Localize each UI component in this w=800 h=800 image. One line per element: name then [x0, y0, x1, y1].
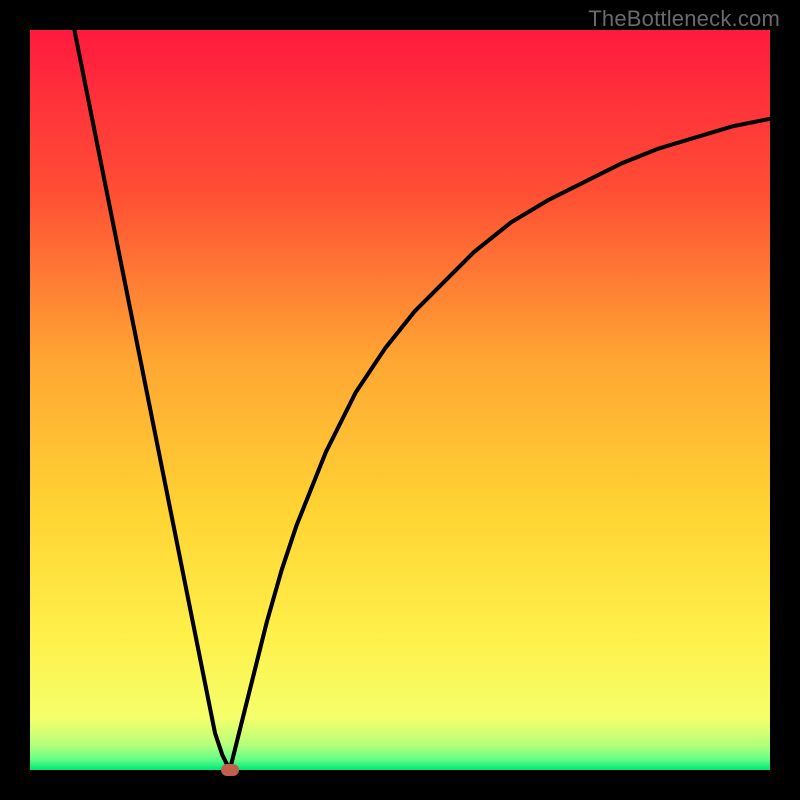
- plot-area: [30, 30, 770, 770]
- curve-right-branch: [230, 119, 770, 770]
- curve-left-branch: [74, 30, 229, 770]
- curve-overlay: [30, 30, 770, 770]
- chart-frame: TheBottleneck.com: [0, 0, 800, 800]
- watermark-text: TheBottleneck.com: [588, 6, 780, 32]
- minimum-marker: [221, 764, 239, 776]
